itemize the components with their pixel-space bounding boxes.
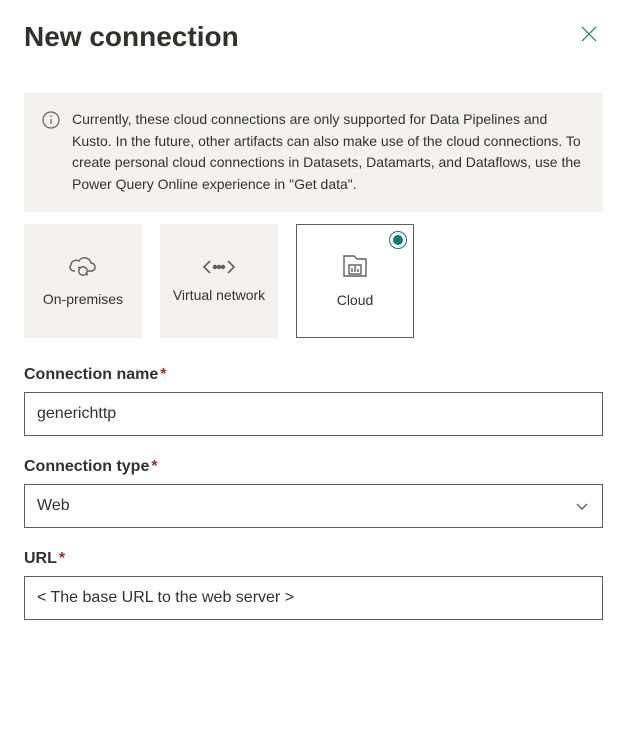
connection-type-label: Connection type* xyxy=(24,458,603,476)
tab-label: Cloud xyxy=(337,292,374,310)
connection-name-label: Connection name* xyxy=(24,366,603,384)
connection-location-tabs: On-premises Virtual network Cloud xyxy=(24,224,603,338)
close-button[interactable] xyxy=(575,20,603,53)
url-input[interactable] xyxy=(24,576,603,620)
info-text: Currently, these cloud connections are o… xyxy=(72,109,585,196)
chevron-down-icon xyxy=(574,498,590,514)
page-title: New connection xyxy=(24,21,239,53)
selected-indicator xyxy=(389,231,407,249)
tab-label: On-premises xyxy=(43,291,123,309)
connection-name-input[interactable] xyxy=(24,392,603,436)
cloud-file-icon xyxy=(338,252,372,282)
tab-cloud[interactable]: Cloud xyxy=(296,224,414,338)
tab-virtual-network[interactable]: Virtual network xyxy=(160,224,278,338)
network-icon xyxy=(202,257,236,277)
url-label: URL* xyxy=(24,550,603,568)
tab-label: Virtual network xyxy=(173,287,265,305)
tab-on-premises[interactable]: On-premises xyxy=(24,224,142,338)
close-icon xyxy=(579,24,599,44)
cloud-sync-icon xyxy=(66,253,100,281)
connection-type-select[interactable]: Web xyxy=(24,484,603,528)
info-icon xyxy=(42,111,60,129)
connection-type-value: Web xyxy=(37,497,70,515)
info-banner: Currently, these cloud connections are o… xyxy=(24,93,603,212)
